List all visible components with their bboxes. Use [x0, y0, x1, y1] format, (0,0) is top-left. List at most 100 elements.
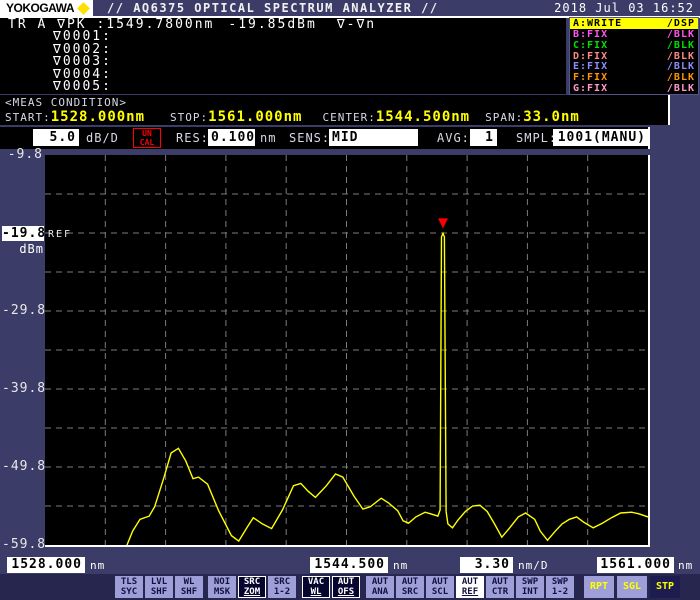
trace-status-mode: /BLK — [667, 72, 695, 83]
softkey-tls-syc[interactable]: TLSSYC — [115, 576, 143, 598]
softkey-line1: AUT — [456, 577, 484, 587]
marker-rows: ∇0001:∇0002:∇0003:∇0004:∇0005: — [8, 31, 566, 93]
smpl-field: 1001(MANU) — [553, 129, 649, 146]
softkey-swp-int[interactable]: SWPINT — [516, 576, 544, 598]
spectrum-svg: REF — [45, 155, 648, 545]
yokogawa-logo: YOKOGAWA — [0, 0, 93, 16]
softkey-wl-shf[interactable]: WLSHF — [175, 576, 203, 598]
softkey-src-zom[interactable]: SRCZOM — [238, 576, 266, 598]
center-value: 1544.500nm — [376, 109, 470, 125]
softkey-sgl[interactable]: SGL — [617, 576, 647, 598]
softkey-line2: WL — [303, 587, 329, 597]
softkey-src-1-2[interactable]: SRC1-2 — [268, 576, 296, 598]
softkey-line1: AUT — [333, 577, 359, 587]
softkey-line1: STP — [650, 577, 680, 597]
window-title: // AQ6375 OPTICAL SPECTRUM ANALYZER // — [107, 1, 439, 15]
trace-status-label: E:FIX — [573, 61, 608, 72]
uncal-line2: CAL — [134, 138, 160, 147]
softkey-bar: TLSSYCLVLSHFWLSHFNOIMSKSRCZOMSRC1-2VACWL… — [0, 574, 700, 600]
softkey-rpt[interactable]: RPT — [584, 576, 614, 598]
softkey-aut-src[interactable]: AUTSRC — [396, 576, 424, 598]
res-unit: nm — [260, 131, 276, 145]
softkey-aut-ofs[interactable]: AUTOFS — [332, 576, 360, 598]
softkey-line2: SHF — [145, 587, 173, 597]
uncal-line1: UN — [134, 129, 160, 138]
softkey-line2: 1-2 — [268, 587, 296, 597]
softkey-line2: SHF — [175, 587, 203, 597]
y-tick: -29.8 — [2, 304, 43, 317]
yokogawa-diamond-icon — [77, 2, 90, 15]
softkey-stp[interactable]: STP — [650, 576, 680, 598]
softkey-line1: SWP — [516, 577, 544, 587]
softkey-line1: LVL — [145, 577, 173, 587]
softkey-line2: SCL — [426, 587, 454, 597]
trace-info-panel: TR A ∇PK :1549.7800nm-19.85dBm∇-∇n ∇0001… — [0, 18, 566, 94]
softkey-line1: AUT — [366, 577, 394, 587]
trace-status-mode: /BLK — [667, 61, 695, 72]
uncal-indicator: UN CAL — [133, 128, 161, 148]
softkey-noi-msk[interactable]: NOIMSK — [208, 576, 236, 598]
x-center-box: 1544.500 — [310, 557, 388, 573]
smpl-label: SMPL: — [516, 131, 557, 145]
meas-condition-values: START:1528.000nmSTOP:1561.000nmCENTER:15… — [5, 109, 668, 125]
start-value: 1528.000nm — [51, 109, 145, 125]
softkey-line1: AUT — [426, 577, 454, 587]
softkey-line2: REF — [456, 587, 484, 597]
marker-row: ∇0003: — [53, 56, 566, 68]
trace-status-label: G:FIX — [573, 83, 608, 94]
trace-prefix: TR A — [8, 19, 57, 31]
x-stop-unit: nm — [678, 559, 693, 572]
softkey-aut-scl[interactable]: AUTSCL — [426, 576, 454, 598]
softkey-line1: AUT — [486, 577, 514, 587]
softkey-vac-wl[interactable]: VACWL — [302, 576, 330, 598]
meas-condition-title: <MEAS CONDITION> — [5, 96, 668, 109]
trace-status-mode: /DSP — [667, 18, 695, 29]
res-label: RES: — [176, 131, 209, 145]
meas-condition-bar: <MEAS CONDITION> START:1528.000nmSTOP:15… — [0, 95, 670, 125]
osa-screen: YOKOGAWA // AQ6375 OPTICAL SPECTRUM ANAL… — [0, 0, 700, 600]
sens-label: SENS: — [289, 131, 330, 145]
trace-status-label: D:FIX — [573, 51, 608, 62]
marker-mode: ∇-∇n — [337, 19, 376, 31]
marker-row: ∇0001: — [53, 31, 566, 43]
y-tick-top: -9.8 — [2, 148, 43, 161]
softkey-aut-ana[interactable]: AUTANA — [366, 576, 394, 598]
softkey-line1: SRC — [268, 577, 296, 587]
peak-marker-icon — [438, 218, 448, 228]
y-tick: -39.8 — [2, 382, 43, 395]
plot-region: -9.8 -19.8 dBm -29.8 -39.8 -49.8 -59.8 R… — [0, 148, 700, 557]
spectrum-plot: REF — [45, 155, 650, 547]
trace-status-label: C:FIX — [573, 40, 608, 51]
softkey-line2: MSK — [208, 587, 236, 597]
y-tick: -59.8 — [2, 538, 43, 551]
datetime: 2018 Jul 03 16:52 — [554, 1, 694, 15]
softkey-line1: VAC — [303, 577, 329, 587]
softkey-line2: 1-2 — [546, 587, 574, 597]
trace-status-b: B:FIX/BLK — [570, 29, 698, 40]
softkey-line2: SYC — [115, 587, 143, 597]
trace-status-d: D:FIX/BLK — [570, 51, 698, 62]
softkey-line1: WL — [175, 577, 203, 587]
softkey-line2: CTR — [486, 587, 514, 597]
x-center-unit: nm — [393, 559, 408, 572]
title-bar: YOKOGAWA // AQ6375 OPTICAL SPECTRUM ANAL… — [0, 0, 700, 18]
softkey-lvl-shf[interactable]: LVLSHF — [145, 576, 173, 598]
ref-line-label: REF — [48, 229, 72, 240]
trace-status-c: C:FIX/BLK — [570, 40, 698, 51]
x-stop-box: 1561.000 — [597, 557, 674, 573]
softkey-swp-1-2[interactable]: SWP1-2 — [546, 576, 574, 598]
x-start-unit: nm — [90, 559, 105, 572]
softkey-aut-ref[interactable]: AUTREF — [456, 576, 484, 598]
x-scale-unit: nm/D — [518, 559, 549, 572]
softkey-line1: SRC — [239, 577, 265, 587]
stop-value: 1561.000nm — [208, 109, 302, 125]
logo-text: YOKOGAWA — [6, 1, 74, 15]
softkey-line2: SRC — [396, 587, 424, 597]
softkey-aut-ctr[interactable]: AUTCTR — [486, 576, 514, 598]
trace-status-mode: /BLK — [667, 51, 695, 62]
softkey-line1: TLS — [115, 577, 143, 587]
peak-level: -19.85dBm — [228, 19, 316, 31]
softkey-line1: AUT — [396, 577, 424, 587]
avg-field: 1 — [470, 129, 497, 146]
ref-level-box: -19.8 — [2, 226, 44, 241]
